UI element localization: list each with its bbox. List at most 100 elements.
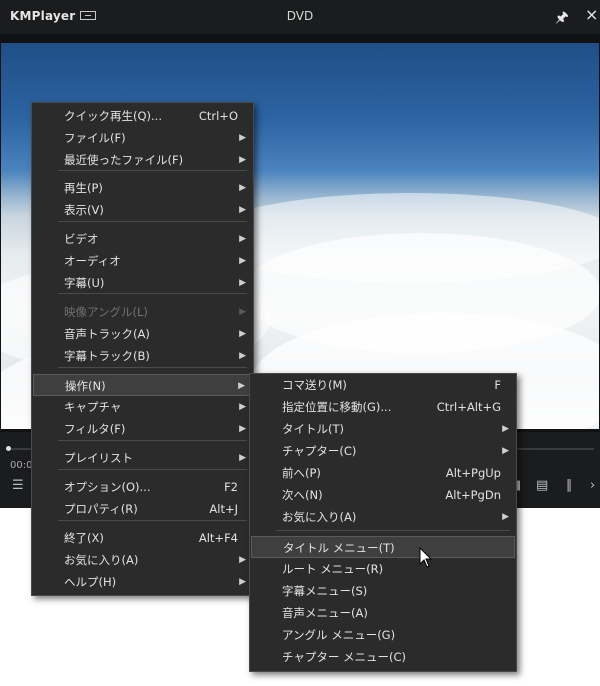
main-menu-item-label: ビデオ	[64, 232, 99, 246]
submenu-arrow-icon: ▶	[239, 424, 246, 434]
sub-menu-item-11[interactable]: アングル メニュー(G)	[251, 624, 515, 646]
window-title: DVD	[286, 9, 314, 23]
main-menu-item-label: オプション(O)...	[64, 480, 151, 494]
sub-menu-item-label: チャプター メニュー(C)	[282, 650, 407, 664]
main-menu-item-1[interactable]: ファイル(F) ▶	[33, 127, 252, 149]
submenu-arrow-icon: ▶	[239, 307, 246, 317]
main-menu-item-10[interactable]: 字幕トラック(B) ▶	[33, 345, 252, 367]
main-menu-item-label: プレイリスト	[64, 451, 133, 465]
sub-menu-item-10[interactable]: 音声メニュー(A)	[251, 602, 515, 624]
main-menu-item-19[interactable]: ヘルプ(H) ▶	[33, 571, 252, 593]
main-menu-separator	[58, 520, 247, 521]
next-icon[interactable]: ›	[590, 478, 595, 493]
submenu-arrow-icon: ▶	[238, 381, 245, 391]
sub-menu-item-3[interactable]: チャプター(C) ▶	[251, 440, 515, 462]
main-menu-item-11[interactable]: 操作(N) ▶	[33, 374, 252, 396]
submenu-arrow-icon: ▶	[239, 402, 246, 412]
sub-menu-item-label: 前へ(P)	[282, 466, 321, 480]
main-menu-item-14[interactable]: プレイリスト ▶	[33, 447, 252, 469]
sub-menu-item-8[interactable]: ルート メニュー(R)	[251, 558, 515, 580]
main-menu-item-label: オーディオ	[64, 254, 121, 268]
submenu-arrow-icon: ▶	[239, 278, 246, 288]
main-menu-item-16[interactable]: プロパティ(R) Alt+J	[33, 498, 252, 520]
sub-menu-item-label: お気に入り(A)	[282, 510, 357, 524]
sub-menu-item-12[interactable]: チャプター メニュー(C)	[251, 646, 515, 668]
time-display: 00:0	[10, 460, 33, 471]
main-menu-item-shortcut: Alt+F4	[198, 531, 238, 545]
main-menu-item-label: クイック再生(Q)...	[64, 109, 162, 123]
sub-menu-item-shortcut: Ctrl+Alt+G	[436, 400, 501, 414]
sub-menu-item-1[interactable]: 指定位置に移動(G)... Ctrl+Alt+G	[251, 396, 515, 418]
sub-menu-item-label: コマ送り(M)	[282, 378, 347, 392]
main-menu-item-4[interactable]: 表示(V) ▶	[33, 199, 252, 221]
sub-menu-item-label: タイトル(T)	[282, 422, 344, 436]
submenu-arrow-icon: ▶	[239, 155, 246, 165]
main-menu-item-label: 操作(N)	[65, 379, 106, 393]
main-menu-separator	[58, 469, 247, 470]
sub-menu-item-2[interactable]: タイトル(T) ▶	[251, 418, 515, 440]
main-menu-item-9[interactable]: 音声トラック(A) ▶	[33, 323, 252, 345]
main-menu-item-shortcut: Ctrl+O	[198, 109, 238, 123]
main-menu-item-7[interactable]: 字幕(U) ▶	[33, 272, 252, 294]
submenu-arrow-icon: ▶	[239, 133, 246, 143]
sub-menu-item-shortcut: Alt+PgDn	[445, 488, 501, 502]
submenu-arrow-icon: ▶	[239, 577, 246, 587]
submenu-arrow-icon: ▶	[239, 329, 246, 339]
main-menu-item-label: ファイル(F)	[64, 131, 126, 145]
submenu-arrow-icon: ▶	[239, 351, 246, 361]
sub-menu-item-label: 字幕メニュー(S)	[282, 584, 368, 598]
sub-menu-item-0[interactable]: コマ送り(M) F	[251, 374, 515, 396]
main-menu-item-12[interactable]: キャプチャ ▶	[33, 396, 252, 418]
submenu-arrow-icon: ▶	[502, 424, 509, 434]
main-menu-item-8: 映像アングル(L) ▶	[33, 301, 252, 323]
sub-menu-item-7[interactable]: タイトル メニュー(T)	[251, 536, 515, 558]
mouse-cursor-icon	[419, 547, 433, 568]
main-menu-item-label: 音声トラック(A)	[64, 327, 150, 341]
main-menu-item-label: プロパティ(R)	[64, 502, 138, 516]
playlist-icon[interactable]: ☰	[12, 478, 24, 493]
audio-wave-icon[interactable]: ∥	[566, 478, 573, 493]
sub-menu-item-shortcut: F	[494, 378, 501, 392]
sub-menu-item-label: ルート メニュー(R)	[282, 562, 384, 576]
main-menu-item-13[interactable]: フィルタ(F) ▶	[33, 418, 252, 440]
sub-menu-item-label: アングル メニュー(G)	[282, 628, 396, 642]
submenu-arrow-icon: ▶	[502, 512, 509, 522]
main-menu-item-3[interactable]: 再生(P) ▶	[33, 177, 252, 199]
sub-menu-item-6[interactable]: お気に入り(A) ▶	[251, 506, 515, 528]
main-menu-item-18[interactable]: お気に入り(A) ▶	[33, 549, 252, 571]
main-menu-separator	[58, 367, 247, 368]
submenu-arrow-icon: ▶	[239, 256, 246, 266]
submenu-arrow-icon: ▶	[502, 446, 509, 456]
close-icon[interactable]: ×	[585, 5, 598, 24]
seek-handle[interactable]	[6, 446, 11, 451]
main-menu-separator	[58, 293, 247, 294]
main-menu-item-label: 表示(V)	[64, 203, 104, 217]
main-menu-item-17[interactable]: 終了(X) Alt+F4	[33, 527, 252, 549]
main-menu-item-0[interactable]: クイック再生(Q)... Ctrl+O	[33, 105, 252, 127]
main-menu-item-15[interactable]: オプション(O)... F2	[33, 476, 252, 498]
sub-menu-item-9[interactable]: 字幕メニュー(S)	[251, 580, 515, 602]
submenu-arrow-icon: ▶	[239, 234, 246, 244]
title-bar: KMPlayer DVD 🖈 ×	[0, 0, 600, 34]
main-menu-item-6[interactable]: オーディオ ▶	[33, 250, 252, 272]
submenu-arrow-icon: ▶	[239, 205, 246, 215]
context-menu: クイック再生(Q)... Ctrl+O ファイル(F) ▶ 最近使ったファイル(F) ▶ 再…	[31, 102, 254, 596]
submenu-arrow-icon: ▶	[239, 555, 246, 565]
main-menu-item-shortcut: Alt+J	[209, 502, 238, 516]
main-menu-item-label: 再生(P)	[64, 181, 103, 195]
sub-menu-item-shortcut: Alt+PgUp	[445, 466, 501, 480]
main-menu-item-5[interactable]: ビデオ ▶	[33, 228, 252, 250]
pin-icon[interactable]: 🖈	[555, 7, 569, 32]
sub-menu-item-4[interactable]: 前へ(P) Alt+PgUp	[251, 462, 515, 484]
sub-menu-item-5[interactable]: 次へ(N) Alt+PgDn	[251, 484, 515, 506]
main-menu-item-2[interactable]: 最近使ったファイル(F) ▶	[33, 149, 252, 171]
submenu-arrow-icon: ▶	[239, 453, 246, 463]
main-menu-item-label: ヘルプ(H)	[64, 575, 117, 589]
main-menu-separator	[58, 170, 247, 171]
submenu-arrow-icon: ▶	[239, 183, 246, 193]
sub-menu-separator	[276, 530, 510, 531]
main-menu-separator	[58, 440, 247, 441]
main-menu-separator	[58, 221, 247, 222]
main-menu-item-label: フィルタ(F)	[64, 422, 126, 436]
subtitle-icon[interactable]: ▤	[536, 478, 548, 493]
